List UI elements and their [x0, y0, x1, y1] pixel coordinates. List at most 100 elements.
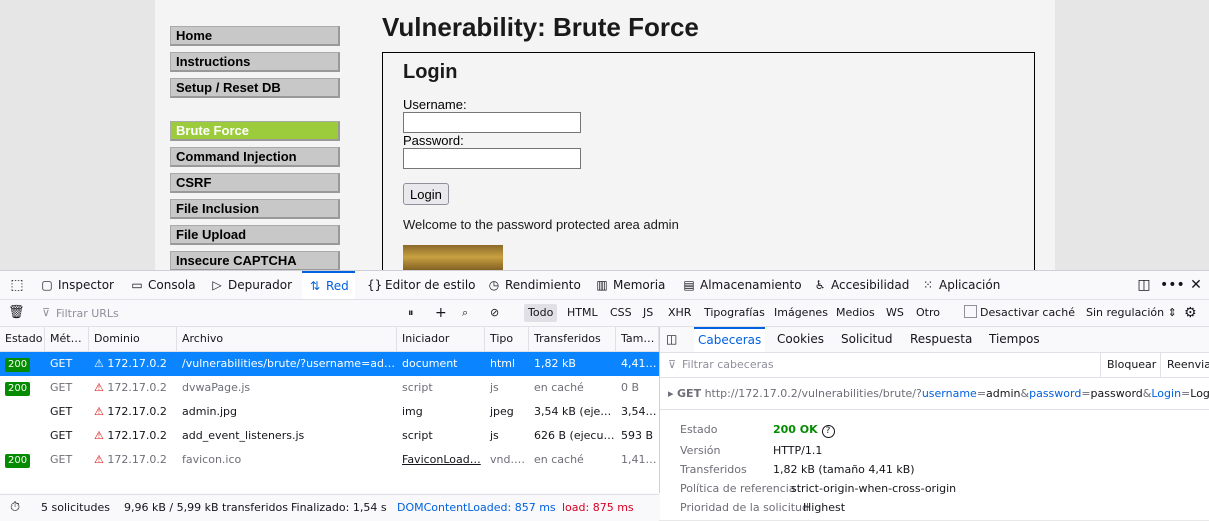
type-cell: jpeg: [490, 405, 514, 418]
tab-label: Inspector: [58, 278, 114, 292]
toggle-sidebar-icon[interactable]: ◫: [666, 327, 677, 352]
param-eq: =: [1181, 387, 1191, 400]
tab-depurador[interactable]: ▷ Depurador: [210, 271, 292, 299]
block-icon[interactable]: ⊘: [490, 300, 499, 326]
console-icon: ▭: [131, 278, 143, 292]
field-value: HTTP/1.1: [773, 444, 823, 457]
tab-tiempos[interactable]: Tiempos: [989, 327, 1040, 352]
request-row[interactable]: 200 GET ⚠ 172.17.0.2 favicon.ico Favicon…: [0, 448, 659, 472]
username-input[interactable]: [403, 112, 581, 133]
add-icon[interactable]: +: [435, 300, 447, 326]
tab-cabeceras[interactable]: Cabeceras: [694, 327, 766, 352]
col-archivo[interactable]: Archivo: [177, 327, 397, 351]
help-icon[interactable]: ?: [821, 425, 835, 438]
col-estado[interactable]: Estado: [0, 327, 45, 351]
disable-cache-checkbox[interactable]: Desactivar caché: [964, 300, 1075, 326]
filter-js[interactable]: JS: [643, 300, 653, 326]
tab-inspector[interactable]: ▢ Inspector: [40, 271, 114, 299]
request-count: 5 solicitudes: [41, 501, 110, 514]
col-tipo[interactable]: Tipo: [485, 327, 529, 351]
tab-accesibilidad[interactable]: ♿ Accesibilidad: [813, 271, 910, 299]
param-eq: =: [976, 387, 987, 400]
load-time: load: 875 ms: [562, 501, 634, 514]
devtools-panel: ⬚ ▢ Inspector ▭ Consola ▷ Depurador ⇅ Red {}…: [0, 270, 1209, 521]
tab-red[interactable]: ⇅ Red: [302, 271, 355, 299]
size-cell: 1,41…: [621, 453, 657, 466]
tab-label: Editor de estilo: [385, 278, 476, 292]
menu-brute-force[interactable]: Brute Force: [170, 121, 340, 141]
domain-cell: ⚠ 172.17.0.2: [89, 400, 177, 424]
request-row[interactable]: 200 GET ⚠ 172.17.0.2 /vulnerabilities/br…: [0, 352, 659, 376]
param-key: Login: [1151, 387, 1182, 400]
col-iniciador[interactable]: Iniciador: [397, 327, 485, 351]
filter-ws[interactable]: WS: [886, 300, 904, 326]
trash-icon[interactable]: 🗑: [8, 300, 25, 326]
size-cell: 3,54…: [621, 405, 657, 418]
transferred-cell: 1,82 kB: [534, 357, 576, 370]
method-cell: GET: [50, 381, 73, 394]
throttling-select[interactable]: Sin regulación ⇕: [1086, 300, 1177, 326]
filter-headers-input[interactable]: Filtrar cabeceras: [682, 353, 774, 377]
menu-file-upload[interactable]: File Upload: [170, 225, 340, 245]
headers-filter-bar: ⊽ Filtrar cabeceras Bloquear Reenviar: [660, 353, 1209, 378]
menu-file-inclusion[interactable]: File Inclusion: [170, 199, 340, 219]
stopwatch-icon: ⏱: [10, 500, 21, 515]
password-input[interactable]: [403, 148, 581, 169]
request-url-base: http://172.17.0.2/vulnerabilities/brute/…: [704, 387, 922, 400]
filter-urls-input[interactable]: [40, 304, 390, 322]
filter-medios[interactable]: Medios: [836, 300, 875, 326]
tab-respuesta[interactable]: Respuesta: [910, 327, 972, 352]
menu-home[interactable]: Home: [170, 26, 340, 46]
settings-gear-icon[interactable]: ⚙: [1184, 300, 1197, 326]
menu-setup-reset-db[interactable]: Setup / Reset DB: [170, 78, 340, 98]
request-row[interactable]: GET ⚠ 172.17.0.2 add_event_listeners.js …: [0, 424, 659, 448]
request-url-line[interactable]: ▸ GET http://172.17.0.2/vulnerabilities/…: [660, 379, 1209, 410]
tab-aplicacion[interactable]: ⁙ Aplicación: [921, 271, 1000, 299]
initiator-link[interactable]: FaviconLoad…: [397, 448, 485, 472]
filter-imagenes[interactable]: Imágenes: [774, 300, 828, 326]
expand-arrow-icon: ▸: [668, 387, 674, 400]
param-eq: =: [1081, 387, 1091, 400]
menu-csrf[interactable]: CSRF: [170, 173, 340, 193]
filter-tipografias[interactable]: Tipografías: [704, 300, 765, 326]
tab-rendimiento[interactable]: ◷ Rendimiento: [487, 271, 581, 299]
insecure-lock-icon: ⚠: [94, 381, 104, 394]
field-value: strict-origin-when-cross-origin: [791, 482, 957, 495]
tab-consola[interactable]: ▭ Consola: [130, 271, 195, 299]
col-transferidos[interactable]: Transferidos: [529, 327, 616, 351]
close-icon[interactable]: ✕: [1186, 271, 1206, 299]
filter-otro[interactable]: Otro: [916, 300, 940, 326]
status-badge: 200: [5, 454, 31, 468]
menu-command-injection[interactable]: Command Injection: [170, 147, 340, 167]
tab-solicitud[interactable]: Solicitud: [841, 327, 893, 352]
tab-editor-de-estilo[interactable]: {} Editor de estilo: [367, 271, 476, 299]
col-metodo[interactable]: Mét…: [45, 327, 89, 351]
more-options-icon[interactable]: •••: [1160, 271, 1185, 299]
menu-insecure-captcha[interactable]: Insecure CAPTCHA: [170, 251, 340, 270]
col-dominio[interactable]: Dominio: [89, 327, 177, 351]
request-row[interactable]: 200 GET ⚠ 172.17.0.2 dvwaPage.js script …: [0, 376, 659, 400]
col-tamano[interactable]: Tam…: [616, 327, 659, 351]
insecure-lock-icon: ⚠: [94, 405, 104, 418]
filter-todo[interactable]: Todo: [524, 304, 558, 322]
pick-element-icon[interactable]: ⬚: [6, 271, 28, 299]
style-editor-icon: {}: [367, 278, 383, 292]
dock-icon[interactable]: ◫: [1134, 271, 1154, 299]
block-button[interactable]: Bloquear: [1100, 353, 1156, 377]
menu-instructions[interactable]: Instructions: [170, 52, 340, 72]
pause-icon[interactable]: ⏸: [408, 300, 414, 326]
file-cell: add_event_listeners.js: [182, 429, 305, 442]
filter-css[interactable]: CSS: [610, 300, 632, 326]
insecure-lock-icon: ⚠: [94, 453, 104, 466]
tab-label: Aplicación: [939, 278, 1001, 292]
login-button[interactable]: Login: [403, 183, 449, 205]
request-row[interactable]: GET ⚠ 172.17.0.2 admin.jpg img jpeg 3,54…: [0, 400, 659, 424]
tab-almacenamiento[interactable]: ▤ Almacenamiento: [682, 271, 801, 299]
tab-cookies[interactable]: Cookies: [777, 327, 824, 352]
resend-button[interactable]: Reenviar: [1160, 353, 1209, 377]
network-toolbar: 🗑 ⊽ ⏸ + ⌕ ⊘ Todo HTML CSS JS XHR Tipogra…: [0, 300, 1209, 327]
filter-html[interactable]: HTML: [567, 300, 598, 326]
tab-memoria[interactable]: ▥ Memoria: [595, 271, 665, 299]
filter-xhr[interactable]: XHR: [668, 300, 691, 326]
search-icon[interactable]: ⌕: [462, 300, 468, 326]
